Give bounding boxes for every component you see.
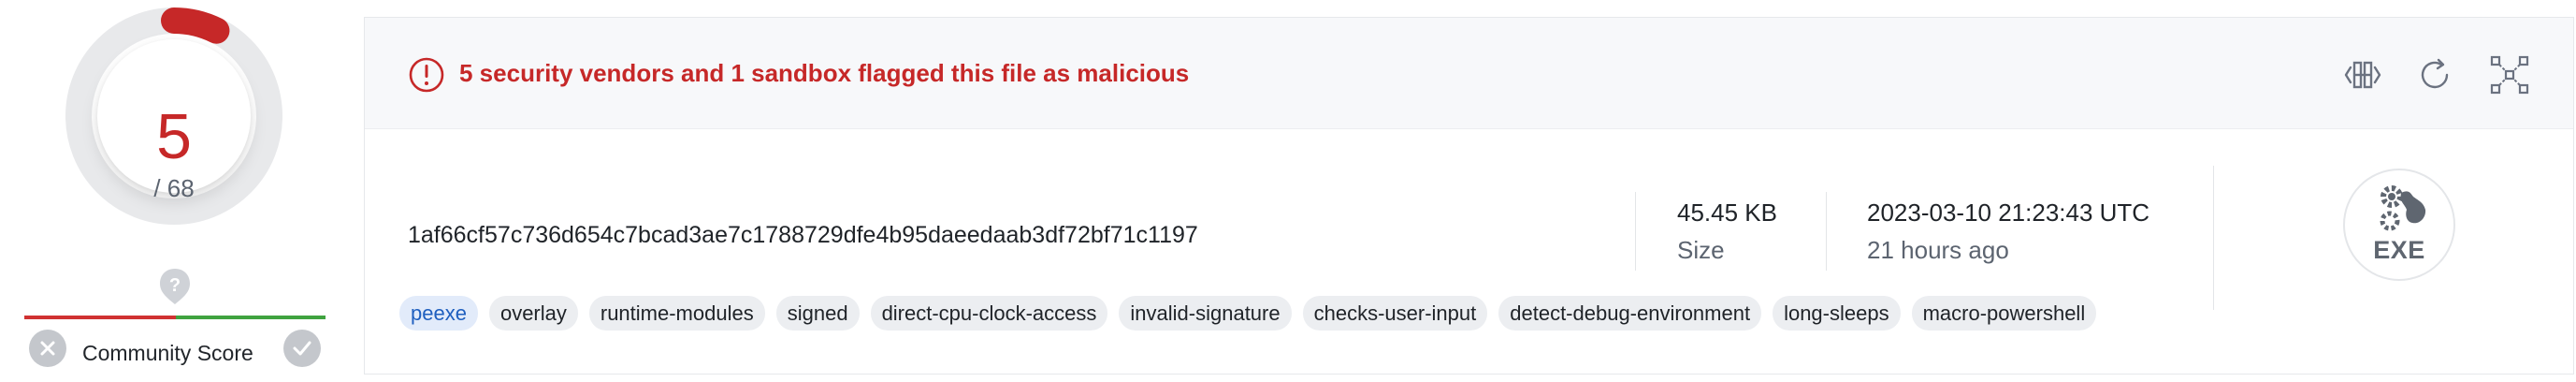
alert-circle-icon <box>408 56 445 94</box>
tag-checks-user-input[interactable]: checks-user-input <box>1302 296 1488 331</box>
tag-detect-debug-environment[interactable]: detect-debug-environment <box>1498 296 1762 331</box>
file-summary-card: 5 security vendors and 1 sandbox flagged… <box>364 17 2574 375</box>
tag-direct-cpu-clock-access[interactable]: direct-cpu-clock-access <box>870 296 1108 331</box>
engine-total: / 68 <box>153 174 195 202</box>
tag-peexe[interactable]: peexe <box>399 296 478 331</box>
detection-score-panel: 5 / 68 ? Community Score <box>0 0 337 382</box>
detection-ring: 5 / 68 <box>64 6 284 227</box>
file-report-header: 5 / 68 ? Community Score 5 security vend… <box>0 0 2576 382</box>
tag-invalid-signature[interactable]: invalid-signature <box>1119 296 1292 331</box>
graph-icon <box>2490 55 2529 95</box>
tag-list: peexe overlay runtime-modules signed direct-… <box>399 296 2097 331</box>
compare-icon <box>2344 61 2381 89</box>
divider <box>1635 192 1636 271</box>
upvote-button[interactable] <box>283 330 321 367</box>
malicious-banner: 5 security vendors and 1 sandbox flagged… <box>365 18 2573 129</box>
tag-runtime-modules[interactable]: runtime-modules <box>588 296 765 331</box>
graph-button[interactable] <box>2488 53 2531 96</box>
divider <box>1826 192 1827 271</box>
divider <box>2213 166 2214 310</box>
reanalyze-button[interactable] <box>2413 53 2456 96</box>
tag-signed[interactable]: signed <box>775 296 860 331</box>
tag-long-sleeps[interactable]: long-sleeps <box>1773 296 1901 331</box>
file-size-value: 45.45 KB <box>1677 198 1777 227</box>
compare-button[interactable] <box>2341 53 2384 96</box>
svg-text:?: ? <box>169 275 181 296</box>
malicious-banner-text: 5 security vendors and 1 sandbox flagged… <box>459 59 1190 87</box>
gears-icon <box>2380 185 2426 231</box>
analysis-date-value: 2023-03-10 21:23:43 UTC <box>1867 198 2150 227</box>
reanalyze-icon <box>2421 58 2449 89</box>
file-type-badge: EXE <box>2343 169 2455 281</box>
downvote-button[interactable] <box>29 330 66 367</box>
check-icon <box>293 341 311 356</box>
community-bar-positive <box>176 316 326 319</box>
analysis-date-relative: 21 hours ago <box>1867 236 2009 264</box>
tag-overlay[interactable]: overlay <box>488 296 578 331</box>
tag-macro-powershell[interactable]: macro-powershell <box>1911 296 2097 331</box>
score-badge: 5 / 68 <box>97 39 251 200</box>
community-score-label: Community Score <box>82 341 253 365</box>
detection-count: 5 <box>156 101 192 172</box>
community-bar-negative <box>24 316 176 319</box>
file-hash[interactable]: 1af66cf57c736d654c7bcad3ae7c1788729dfe4b… <box>408 222 1198 249</box>
question-shield-icon: ? <box>159 268 191 305</box>
file-type-label: EXE <box>2373 236 2425 264</box>
close-icon <box>40 341 55 356</box>
file-size-label: Size <box>1677 236 1725 264</box>
